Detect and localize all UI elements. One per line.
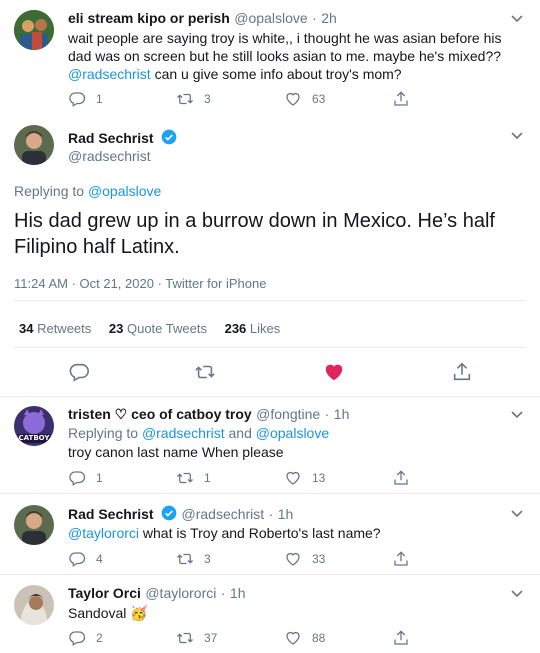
author-handle[interactable]: @radsechrist [182, 506, 265, 522]
reply-fongtine[interactable]: CATBOY tristen ♡ ceo of catboy troy @fon… [0, 396, 540, 494]
retweet-icon[interactable] [194, 361, 216, 383]
share-button[interactable] [392, 549, 500, 569]
avatar[interactable] [14, 125, 54, 165]
like-button[interactable]: 33 [284, 549, 392, 569]
tweet-text: @taylororci what is Troy and Roberto's l… [68, 525, 381, 541]
avatar[interactable]: CATBOY [14, 406, 54, 446]
avatar[interactable] [14, 585, 54, 625]
timestamp[interactable]: 1h [334, 406, 350, 422]
separator: · [220, 585, 226, 601]
like-button[interactable]: 63 [284, 89, 392, 109]
heart-icon [286, 92, 300, 106]
share-icon [394, 91, 408, 106]
mention-link[interactable]: @radsechrist [68, 66, 151, 82]
retweet-icon [177, 93, 193, 105]
mention-link[interactable]: @opalslove [256, 425, 329, 441]
share-button[interactable] [392, 468, 500, 488]
reply-icon [69, 92, 86, 107]
reply-button[interactable]: 2 [68, 628, 176, 648]
quote-tweets-stat[interactable]: 23 Quote Tweets [109, 321, 207, 336]
reply-icon [69, 631, 86, 646]
separator: · [312, 10, 317, 26]
heart-icon [286, 552, 300, 566]
main-tweet-text: His dad grew up in a burrow down in Mexi… [14, 210, 495, 258]
verified-badge-icon [161, 505, 177, 521]
timestamp[interactable]: 1h [278, 506, 294, 522]
chevron-down-icon[interactable] [510, 129, 524, 143]
partying-face-emoji: 🥳 [130, 605, 148, 621]
retweet-button[interactable]: 3 [176, 549, 284, 569]
author-handle[interactable]: @radsechrist [68, 148, 151, 164]
avatar[interactable] [14, 10, 54, 50]
retweet-button[interactable]: 3 [176, 89, 284, 109]
retweet-button[interactable]: 1 [176, 468, 284, 488]
share-icon [394, 551, 408, 566]
author-name[interactable]: Rad Sechrist [68, 130, 154, 146]
author-handle[interactable]: @opalslove [234, 10, 307, 26]
tweet-opalslove[interactable]: eli stream kipo or perish @opalslove · 2… [0, 0, 540, 115]
mention-link[interactable]: @taylororci [68, 525, 139, 541]
verified-badge-icon [161, 129, 177, 145]
divider [0, 493, 540, 494]
share-icon[interactable] [451, 361, 473, 383]
engagement-stats: 34 Retweets 23 Quote Tweets 236 Likes [19, 321, 280, 336]
author-name[interactable]: Taylor Orci [68, 585, 141, 601]
reply-icon[interactable] [68, 361, 90, 383]
avatar[interactable] [14, 505, 54, 545]
retweets-stat[interactable]: 34 Retweets [19, 321, 91, 336]
reply-icon [69, 471, 86, 486]
tweet-text: wait people are saying troy is white,, i… [68, 30, 502, 82]
avatar-label: CATBOY [18, 434, 50, 442]
reply-taylororci[interactable]: Taylor Orci @taylororci · 1h Sandoval 🥳 … [0, 575, 540, 653]
replying-to: Replying to @opalslove [14, 183, 162, 199]
likes-stat[interactable]: 236 Likes [225, 321, 281, 336]
replying-to: Replying to @radsechrist and @opalslove [68, 425, 330, 441]
divider [14, 300, 526, 301]
mention-link[interactable]: @radsechrist [142, 425, 225, 441]
reply-radsechrist[interactable]: Rad Sechrist @radsechrist · 1h @tayloror… [0, 495, 540, 575]
retweet-icon [177, 632, 193, 644]
tweet-text: Sandoval 🥳 [68, 605, 148, 621]
timestamp[interactable]: 11:24 AM · Oct 21, 2020 · Twitter for iP… [14, 276, 266, 291]
share-button[interactable] [392, 89, 500, 109]
main-tweet: Rad Sechrist @radsechrist Replying to @o… [0, 115, 540, 400]
heart-icon [286, 631, 300, 645]
heart-icon [286, 471, 300, 485]
mention-link[interactable]: @opalslove [88, 183, 161, 199]
retweet-icon [177, 472, 193, 484]
chevron-down-icon[interactable] [510, 12, 524, 26]
share-button[interactable] [392, 628, 500, 648]
retweet-icon [177, 553, 193, 565]
like-button[interactable]: 88 [284, 628, 392, 648]
main-actions [0, 361, 540, 383]
divider [14, 347, 526, 348]
chevron-down-icon[interactable] [510, 507, 524, 521]
separator: · [324, 406, 330, 422]
author-handle[interactable]: @fongtine [256, 406, 320, 422]
reply-button[interactable]: 4 [68, 549, 176, 569]
reply-button[interactable]: 1 [68, 468, 176, 488]
author-name[interactable]: tristen ♡ ceo of catboy troy [68, 406, 252, 422]
author-name[interactable]: eli stream kipo or perish [68, 10, 230, 26]
heart-icon[interactable] [323, 361, 345, 383]
tweet-text: troy canon last name When please [68, 444, 284, 460]
chevron-down-icon[interactable] [510, 408, 524, 422]
reply-icon [69, 552, 86, 567]
author-name[interactable]: Rad Sechrist [68, 506, 154, 522]
timestamp[interactable]: 1h [230, 585, 246, 601]
timestamp[interactable]: 2h [321, 10, 337, 26]
author-handle[interactable]: @taylororci [145, 585, 216, 601]
reply-button[interactable]: 1 [68, 89, 176, 109]
like-button[interactable]: 13 [284, 468, 392, 488]
chevron-down-icon[interactable] [510, 587, 524, 601]
separator: · [268, 506, 274, 522]
share-icon [394, 630, 408, 645]
retweet-button[interactable]: 37 [176, 628, 284, 648]
share-icon [394, 470, 408, 485]
